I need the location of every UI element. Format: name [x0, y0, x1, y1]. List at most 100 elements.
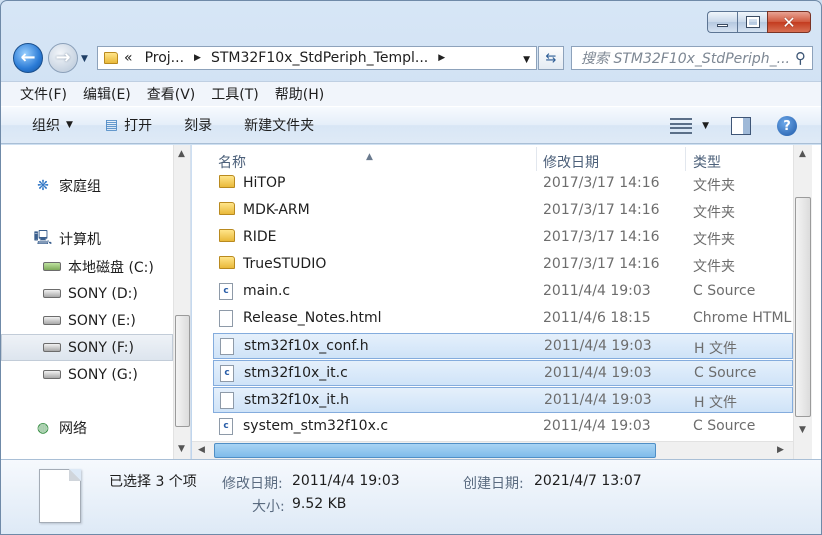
view-controls: ▼ ?	[670, 116, 797, 136]
folder-icon	[219, 175, 235, 188]
file-type: 文件夹	[693, 232, 735, 248]
table-row[interactable]: TrueSTUDIO 2017/3/17 14:16 文件夹	[213, 252, 793, 278]
homegroup-icon: ❋	[37, 177, 49, 194]
nav-homegroup[interactable]: ❋ 家庭组	[1, 172, 173, 199]
breadcrumb-overflow[interactable]: «	[118, 50, 139, 66]
breadcrumb-separator-icon[interactable]: ▶	[190, 53, 205, 63]
html-file-icon: .	[219, 310, 233, 327]
table-row[interactable]: c main.c 2011/4/4 19:03 C Source	[213, 279, 793, 305]
file-date: 2011/4/4 19:03	[544, 365, 652, 381]
nav-scrollbar[interactable]: ▲ ▼	[173, 145, 190, 459]
menu-file[interactable]: 文件(F)	[20, 84, 67, 104]
scroll-down-icon[interactable]: ▼	[799, 425, 806, 435]
search-input[interactable]: 搜索 STM32F10x_StdPeriph_... ⚲	[571, 46, 813, 70]
organize-button[interactable]: 组织 ▼	[32, 115, 73, 135]
nav-drive-c[interactable]: 本地磁盘 (C:)	[1, 253, 173, 280]
file-list-vertical-scrollbar[interactable]: ▲ ▼	[793, 145, 812, 459]
file-thumbnail-icon	[39, 469, 81, 523]
local-disk-icon	[43, 259, 61, 275]
nav-scroll-thumb[interactable]	[175, 315, 190, 427]
nav-drive-e[interactable]: SONY (E:)	[1, 307, 173, 334]
table-row[interactable]: c system_stm32f10x.c 2011/4/4 19:03 C So…	[213, 414, 793, 440]
table-row[interactable]: MDK-ARM 2017/3/17 14:16 文件夹	[213, 198, 793, 224]
nav-drive-d[interactable]: SONY (D:)	[1, 280, 173, 307]
back-button[interactable]: ←	[13, 43, 43, 73]
menu-help[interactable]: 帮助(H)	[275, 84, 324, 104]
scroll-up-icon[interactable]: ▲	[799, 149, 806, 159]
breadcrumb-separator-icon[interactable]: ▶	[434, 53, 449, 63]
menu-edit[interactable]: 编辑(E)	[83, 84, 131, 104]
folder-icon	[219, 256, 235, 269]
column-name[interactable]: 名称	[218, 152, 246, 172]
c-file-icon: c	[219, 283, 233, 300]
file-date: 2011/4/4 19:03	[543, 283, 651, 299]
file-type: 文件夹	[693, 178, 735, 194]
folder-icon	[219, 229, 235, 242]
folder-icon	[104, 52, 118, 64]
table-row[interactable]: HiTOP 2017/3/17 14:16 文件夹	[213, 171, 793, 197]
chevron-down-icon[interactable]: ▼	[523, 55, 530, 65]
arrow-left-icon: ←	[20, 47, 36, 68]
vertical-scroll-thumb[interactable]	[795, 197, 811, 417]
computer-icon: 🖳	[33, 229, 53, 246]
new-folder-label: 新建文件夹	[244, 118, 315, 134]
search-placeholder: 搜索 STM32F10x_StdPeriph_...	[581, 51, 791, 67]
nav-computer[interactable]: 🖳 计算机	[1, 225, 173, 252]
view-details-icon[interactable]	[670, 117, 693, 135]
file-date: 2011/4/6 18:15	[543, 310, 651, 326]
menu-view[interactable]: 查看(V)	[147, 84, 196, 104]
horizontal-scroll-thumb[interactable]	[214, 443, 656, 458]
file-type: C Source	[693, 418, 756, 434]
file-date: 2017/3/17 14:16	[543, 256, 660, 272]
scroll-right-icon[interactable]: ▶	[777, 445, 784, 455]
column-type[interactable]: 类型	[693, 152, 721, 172]
file-list-horizontal-scrollbar[interactable]: ◀ ▶	[192, 441, 793, 459]
file-date: 2011/4/4 19:03	[544, 392, 652, 408]
menu-bar: 文件(F) 编辑(E) 查看(V) 工具(T) 帮助(H)	[1, 81, 821, 106]
scroll-up-icon[interactable]: ▲	[178, 149, 185, 159]
file-type: 文件夹	[693, 205, 735, 221]
help-icon[interactable]: ?	[777, 116, 797, 136]
refresh-button[interactable]: ⇆	[538, 46, 564, 70]
open-button[interactable]: ▤ 打开	[105, 115, 152, 135]
nav-drive-f[interactable]: SONY (F:)	[1, 334, 173, 361]
table-row[interactable]: . stm32f10x_conf.h 2011/4/4 19:03 H 文件	[213, 333, 793, 359]
file-name: stm32f10x_it.h	[244, 392, 349, 408]
history-dropdown[interactable]: ▼	[81, 54, 88, 64]
table-row[interactable]: c stm32f10x_it.c 2011/4/4 19:03 C Source	[213, 360, 793, 386]
file-date: 2011/4/4 19:03	[544, 338, 652, 354]
close-button[interactable]: ✕	[767, 11, 811, 33]
search-icon[interactable]: ⚲	[795, 49, 806, 67]
chevron-down-icon[interactable]: ▼	[702, 121, 709, 131]
new-folder-button[interactable]: 新建文件夹	[244, 115, 314, 135]
forward-button[interactable]: →	[48, 43, 78, 73]
scroll-down-icon[interactable]: ▼	[178, 444, 185, 454]
burn-button[interactable]: 刻录	[184, 115, 212, 135]
minimize-icon	[717, 23, 728, 27]
breadcrumb-project[interactable]: Proj...	[139, 50, 190, 66]
scroll-left-icon[interactable]: ◀	[198, 445, 205, 455]
file-name: RIDE	[243, 229, 277, 245]
menu-tools[interactable]: 工具(T)	[211, 84, 258, 104]
chevron-down-icon: ▼	[66, 120, 73, 130]
file-type: Chrome HTML	[693, 310, 792, 326]
file-name: stm32f10x_it.c	[244, 365, 348, 381]
nav-network[interactable]: ◍ 网络	[1, 414, 173, 441]
table-row[interactable]: . Release_Notes.html 2011/4/6 18:15 Chro…	[213, 306, 793, 332]
column-header: ▲ 名称 修改日期 类型	[192, 145, 792, 174]
drive-icon	[43, 340, 61, 356]
column-date[interactable]: 修改日期	[543, 152, 599, 172]
file-name: TrueSTUDIO	[243, 256, 327, 272]
maximize-button[interactable]	[737, 11, 767, 33]
nav-drive-g[interactable]: SONY (G:)	[1, 361, 173, 388]
table-row[interactable]: . stm32f10x_it.h 2011/4/4 19:03 H 文件	[213, 387, 793, 413]
table-row[interactable]: RIDE 2017/3/17 14:16 文件夹	[213, 225, 793, 251]
file-name: HiTOP	[243, 175, 286, 191]
command-bar: 组织 ▼ ▤ 打开 刻录 新建文件夹 ▼ ?	[1, 106, 821, 144]
open-icon: ▤	[104, 117, 119, 133]
address-bar[interactable]: « Proj... ▶ STM32F10x_StdPeriph_Templ...…	[97, 46, 537, 70]
minimize-button[interactable]	[707, 11, 737, 33]
network-icon: ◍	[36, 419, 50, 436]
preview-pane-icon[interactable]	[731, 117, 751, 135]
breadcrumb-current[interactable]: STM32F10x_StdPeriph_Templ...	[205, 50, 434, 66]
